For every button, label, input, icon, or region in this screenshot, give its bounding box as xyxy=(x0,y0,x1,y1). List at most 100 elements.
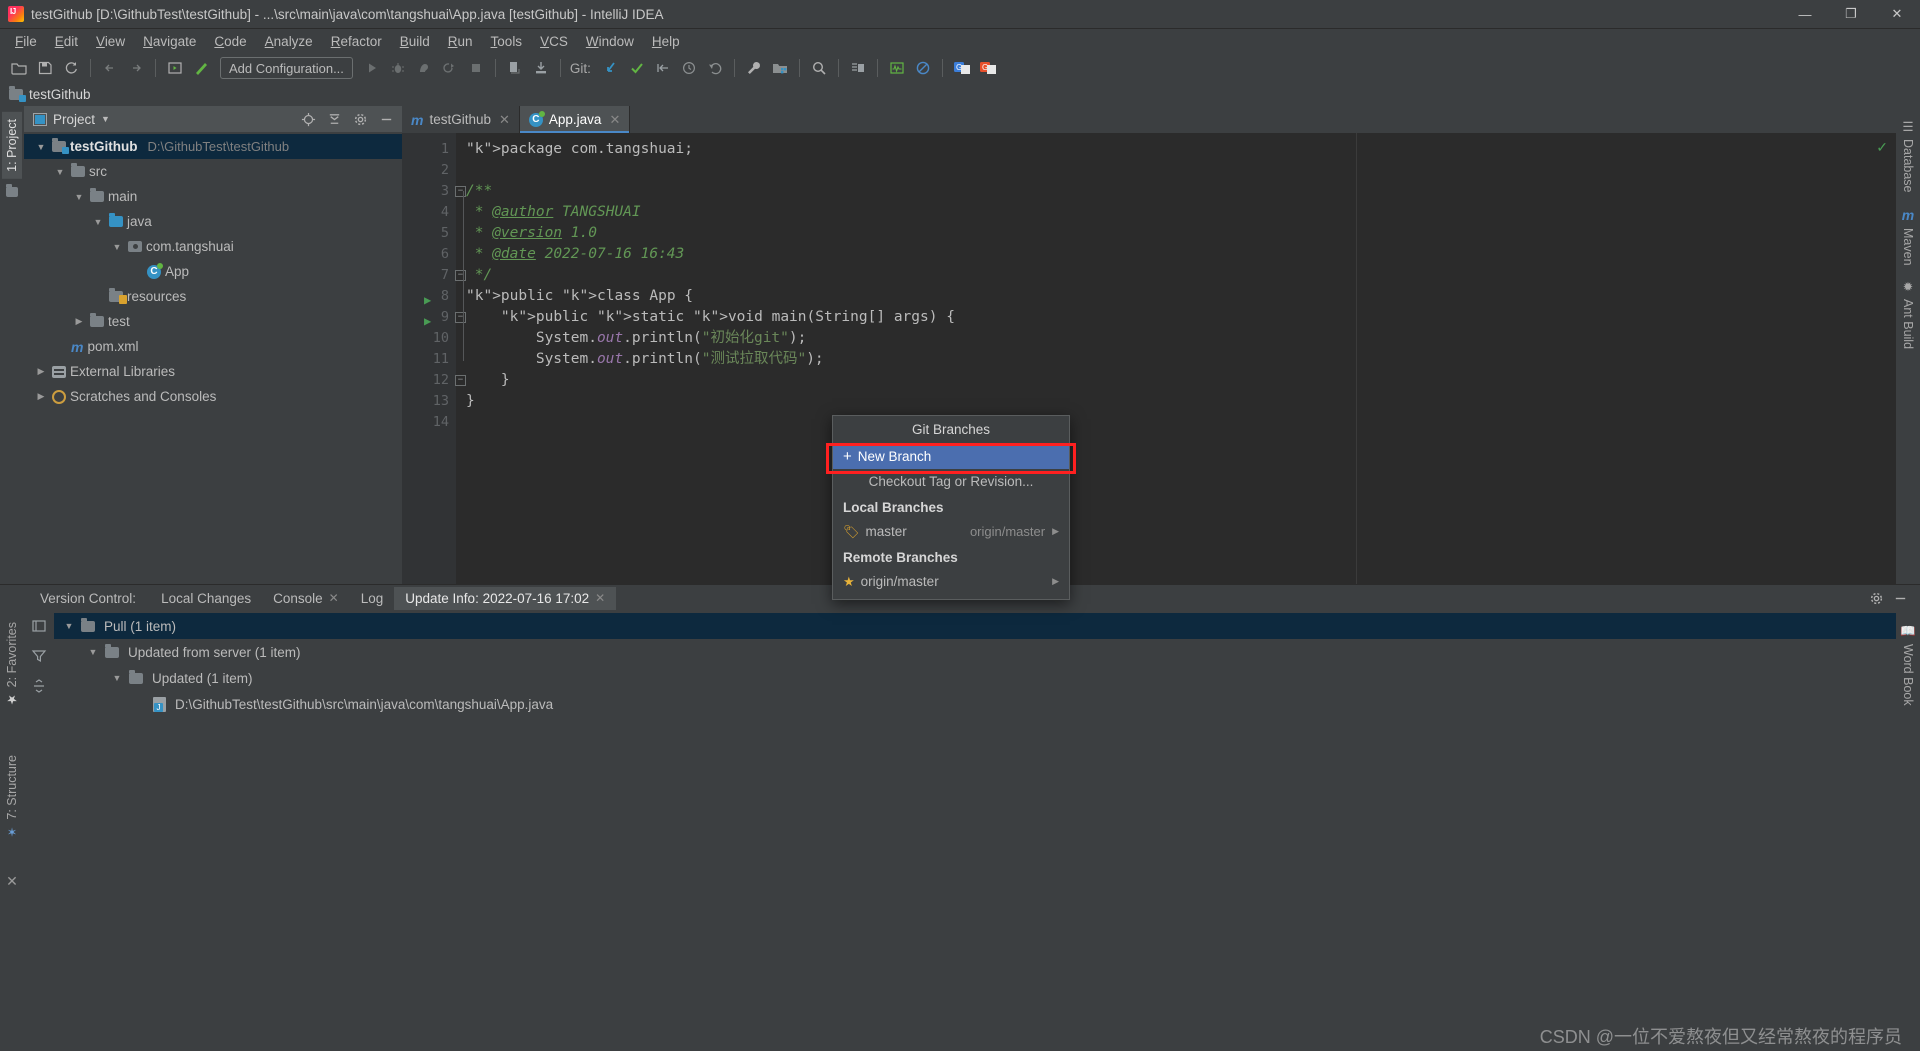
tree-node[interactable]: ▼ src xyxy=(24,159,402,184)
vc-settings-gear-icon[interactable] xyxy=(1866,588,1886,608)
project-tree[interactable]: ▼ testGithub D:\GithubTest\testGithub ▼ src ▼… xyxy=(24,132,402,584)
chevron-right-icon[interactable]: ▶ xyxy=(34,366,48,377)
chevron-down-icon[interactable]: ▼ xyxy=(53,167,67,177)
update-project-icon[interactable] xyxy=(503,56,527,80)
translate-red-icon[interactable]: G xyxy=(976,56,1000,80)
vc-hide-panel-icon[interactable] xyxy=(1890,588,1910,608)
run-with-coverage-icon[interactable] xyxy=(412,56,436,80)
maximize-button[interactable]: ❐ xyxy=(1828,0,1874,29)
commit-icon[interactable] xyxy=(529,56,553,80)
sidebar-item-maven[interactable]: m Maven xyxy=(1898,200,1918,273)
activity-monitor-icon[interactable] xyxy=(885,56,909,80)
editor-tab[interactable]: m testGithub ✕ xyxy=(402,106,520,133)
close-button[interactable]: ✕ xyxy=(1874,0,1920,29)
version-control-tab[interactable]: Log xyxy=(350,587,395,610)
version-control-tab[interactable]: Local Changes xyxy=(150,587,262,610)
sidebar-item-database[interactable]: ☰ Database xyxy=(1898,112,1918,200)
tree-node[interactable]: ▶ External Libraries xyxy=(24,359,402,384)
minimize-button[interactable]: — xyxy=(1782,0,1828,29)
vc-tree-node[interactable]: ▼ Pull (1 item) xyxy=(54,613,1896,639)
menu-item-file[interactable]: File xyxy=(6,32,46,51)
sidebar-item-project[interactable]: 1: Project xyxy=(2,112,22,179)
structure-rail-icon[interactable] xyxy=(6,183,18,197)
tree-node[interactable]: C App xyxy=(24,259,402,284)
menu-item-tools[interactable]: Tools xyxy=(482,32,532,51)
tree-node[interactable]: ▶ test xyxy=(24,309,402,334)
back-arrow-icon[interactable] xyxy=(98,56,122,80)
chevron-down-icon[interactable]: ▼ xyxy=(34,142,48,152)
close-tab-icon[interactable]: ✕ xyxy=(595,591,605,605)
remote-branch-origin-master-item[interactable]: ★ origin/master ▶ xyxy=(833,569,1069,594)
menu-item-window[interactable]: Window xyxy=(577,32,643,51)
checkout-tag-menu-item[interactable]: Checkout Tag or Revision... xyxy=(833,469,1069,494)
vc-tree-node[interactable]: ▼ Updated (1 item) xyxy=(54,665,1896,691)
menu-item-run[interactable]: Run xyxy=(439,32,482,51)
close-tab-icon[interactable]: ✕ xyxy=(499,112,510,128)
project-structure-icon[interactable] xyxy=(768,56,792,80)
chevron-down-icon[interactable]: ▼ xyxy=(86,647,100,657)
search-icon[interactable] xyxy=(807,56,831,80)
tree-node[interactable]: resources xyxy=(24,284,402,309)
sidebar-item-word-book[interactable]: 📖 Word Book xyxy=(1897,617,1919,713)
database-console-icon[interactable] xyxy=(846,56,870,80)
settings-gear-icon[interactable] xyxy=(350,109,370,129)
new-branch-menu-item[interactable]: + New Branch xyxy=(833,444,1069,469)
tree-node[interactable]: ▼ java xyxy=(24,209,402,234)
collapse-all-icon[interactable] xyxy=(324,109,344,129)
compile-icon[interactable] xyxy=(163,56,187,80)
make-project-icon[interactable] xyxy=(189,56,213,80)
menu-item-view[interactable]: View xyxy=(87,32,134,51)
git-revert-icon[interactable] xyxy=(703,56,727,80)
version-control-tree[interactable]: ▼ Pull (1 item) ▼ Updated from server (1 it… xyxy=(54,611,1896,1051)
settings-wrench-icon[interactable] xyxy=(742,56,766,80)
chevron-down-icon[interactable]: ▼ xyxy=(72,192,86,202)
tree-node[interactable]: ▼ main xyxy=(24,184,402,209)
run-icon[interactable] xyxy=(360,56,384,80)
debug-icon[interactable] xyxy=(386,56,410,80)
close-rail-icon[interactable]: ✕ xyxy=(6,873,18,890)
save-all-icon[interactable] xyxy=(33,56,57,80)
expand-collapse-icon[interactable] xyxy=(29,676,49,696)
menu-item-edit[interactable]: Edit xyxy=(46,32,87,51)
tree-node[interactable]: ▶ Scratches and Consoles xyxy=(24,384,402,409)
menu-item-navigate[interactable]: Navigate xyxy=(134,32,205,51)
close-tab-icon[interactable]: ✕ xyxy=(329,591,339,605)
filter-icon[interactable] xyxy=(29,646,49,666)
menu-item-vcs[interactable]: VCS xyxy=(531,32,577,51)
menu-item-build[interactable]: Build xyxy=(391,32,439,51)
menu-item-refactor[interactable]: Refactor xyxy=(322,32,391,51)
git-history-icon[interactable] xyxy=(677,56,701,80)
chevron-down-icon[interactable]: ▼ xyxy=(110,242,124,252)
vc-tree-node[interactable]: ▼ Updated from server (1 item) xyxy=(54,639,1896,665)
tree-node[interactable]: ▼ com.tangshuai xyxy=(24,234,402,259)
git-push-icon[interactable] xyxy=(651,56,675,80)
sidebar-item-favorites[interactable]: ★ 2: Favorites xyxy=(2,615,22,714)
menu-item-code[interactable]: Code xyxy=(205,32,255,51)
chevron-down-icon[interactable]: ▼ xyxy=(110,673,124,683)
version-control-tab[interactable]: Console ✕ xyxy=(262,587,350,610)
add-configuration-button[interactable]: Add Configuration... xyxy=(220,57,353,79)
hide-panel-icon[interactable] xyxy=(376,109,396,129)
editor-gutter[interactable]: 1 2 3− 4 5 6 7− ▶ 8 ▶ 9− 10 11 12− 13 14 xyxy=(402,133,466,584)
stop-icon[interactable] xyxy=(464,56,488,80)
version-control-tab[interactable]: Update Info: 2022-07-16 17:02 ✕ xyxy=(394,586,617,610)
menu-item-help[interactable]: Help xyxy=(643,32,689,51)
chevron-down-icon[interactable]: ▼ xyxy=(91,217,105,227)
chevron-down-icon[interactable]: ▼ xyxy=(101,114,110,124)
menu-item-analyze[interactable]: Analyze xyxy=(256,32,322,51)
profiler-icon[interactable] xyxy=(438,56,462,80)
git-commit-check-icon[interactable] xyxy=(625,56,649,80)
forward-arrow-icon[interactable] xyxy=(124,56,148,80)
editor-tab[interactable]: C App.java ✕ xyxy=(519,106,631,133)
tree-node[interactable]: ▼ testGithub D:\GithubTest\testGithub xyxy=(24,134,402,159)
tree-node[interactable]: m pom.xml xyxy=(24,334,402,359)
chevron-right-icon[interactable]: ▶ xyxy=(34,391,48,402)
chevron-down-icon[interactable]: ▼ xyxy=(62,621,76,631)
sync-icon[interactable] xyxy=(59,56,83,80)
code-content[interactable]: "k">package com.tangshuai; /** * @author … xyxy=(456,133,1896,584)
open-icon[interactable] xyxy=(7,56,31,80)
no-entry-icon[interactable] xyxy=(911,56,935,80)
close-tab-icon[interactable]: ✕ xyxy=(609,112,620,128)
vc-tree-node[interactable]: D:\GithubTest\testGithub\src\main\java\c… xyxy=(54,691,1896,717)
chevron-right-icon[interactable]: ▶ xyxy=(72,316,86,327)
